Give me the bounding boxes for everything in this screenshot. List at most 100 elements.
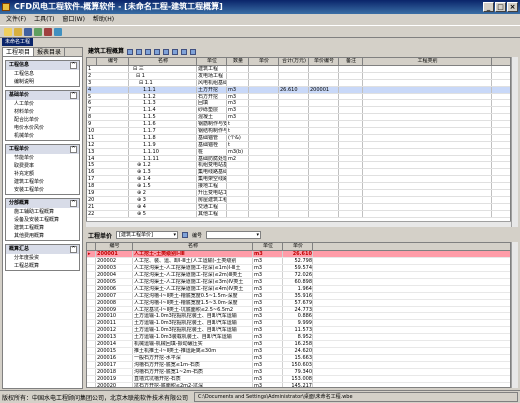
table-cell[interactable] [363,210,492,217]
table-row[interactable]: 3⊟ 1.1风电机组基础工程 [87,79,510,87]
panel-item[interactable]: 建筑工程单价 [6,178,79,186]
table-cell[interactable]: 混凝土 [197,114,227,121]
panel-item[interactable]: 电价水价风价 [6,124,79,132]
panel-item[interactable]: 工程总概算 [6,262,79,270]
table-cell[interactable] [227,190,249,196]
table-cell[interactable] [279,169,309,176]
table-row[interactable]: 8 1.1.5 混凝土 m3 [87,114,510,122]
table-cell[interactable] [279,107,309,114]
table-cell[interactable]: 200004 [96,271,133,278]
table-cell[interactable]: 200001 [309,86,339,93]
table-cell[interactable] [279,114,309,121]
table-cell[interactable] [309,134,339,141]
table-cell[interactable] [249,72,279,79]
table-cell[interactable]: 200007 [96,292,133,299]
table-cell[interactable]: 79.340 [283,368,313,375]
table-cell[interactable]: t [227,121,249,128]
table-cell[interactable]: 153.008 [283,375,313,382]
table-cell[interactable] [363,162,492,169]
table-cell[interactable]: ⊕ 1.2 [129,162,197,169]
panel-item[interactable]: 机械单价 [6,132,79,140]
menu-help[interactable]: 帮助(H) [93,16,114,23]
table-cell[interactable]: 机组变电站基础工程 [197,162,227,169]
help-icon[interactable] [54,27,62,36]
table-cell[interactable] [363,148,492,155]
table-cell[interactable]: 200017 [96,362,133,368]
table-cell[interactable] [309,162,339,169]
tab-reports[interactable]: 报表目录 [34,48,66,56]
table-cell[interactable]: 1.1.2 [129,93,197,100]
table-row[interactable]: 21 ⊕ 4 交通工程 [87,203,510,211]
move-up-icon[interactable] [154,48,161,55]
table-cell[interactable] [363,155,492,162]
table-cell[interactable]: 200012 [96,327,133,334]
table-cell[interactable] [249,134,279,141]
table-cell[interactable] [309,196,339,203]
panel-item[interactable]: 配合比单价 [6,116,79,124]
table-cell[interactable]: 200011 [96,320,133,327]
table-cell[interactable] [309,190,339,196]
table-cell[interactable]: m3 [253,264,283,271]
table-cell[interactable] [339,86,363,93]
table-cell[interactable]: 集电线路基础工程 [197,169,227,176]
panel-header[interactable]: 分部概算 ^ [6,199,79,208]
table-row[interactable]: 200006 人工挖沟渠土-人工挖渠道施工-挖深(≤4m)Ⅳ类土 m3 1.964 [87,285,510,293]
table-cell[interactable]: 200008 [96,299,133,306]
new-file-icon[interactable] [4,27,12,36]
table-cell[interactable]: ⊕ 1.5 [129,183,197,190]
print-icon[interactable] [34,27,42,36]
table-cell[interactable]: 人工挖基坑-Ⅰ~Ⅱ类土-坑底面积≤2.5~6.5m2 [133,306,253,313]
panel-item[interactable]: 补充定额 [6,170,79,178]
column-header[interactable]: 数量 [227,58,249,65]
table-cell[interactable]: ⊕ 5 [129,210,197,217]
lower-vertical-scrollbar[interactable] [511,242,518,388]
table-cell[interactable]: ⊕ 2 [129,190,197,196]
table-cell[interactable]: 钢筋制作与安装 [197,121,227,128]
table-cell[interactable] [339,141,363,148]
table-cell[interactable]: 土方开挖 [197,86,227,93]
table-cell[interactable]: 200018 [96,368,133,375]
table-cell[interactable]: 土方运输-1.0m3挖掘机挖装土、自卸汽车运输 [133,313,253,320]
price-type-select[interactable]: [建筑工程单价] [116,231,179,239]
table-row[interactable]: 200008 人工挖沟槽-Ⅰ~Ⅱ类土-槽底宽度1.5~3.0m-深度 m3 57.67… [87,299,510,307]
table-cell[interactable] [363,121,492,128]
table-row[interactable]: 5 1.1.2 石方开挖 m3 [87,93,510,101]
collapse-icon[interactable]: ^ [70,146,77,153]
table-cell[interactable]: 200010 [96,313,133,320]
table-cell[interactable]: ⊕ 4 [129,203,197,210]
table-cell[interactable] [279,203,309,210]
table-cell[interactable] [249,183,279,190]
table-cell[interactable] [339,196,363,203]
panel-item[interactable]: 设备及安装工程概算 [6,216,79,224]
table-cell[interactable]: 人工挖沟槽-Ⅰ~Ⅱ类土-槽底宽度0.5~1.5m-深度 [133,292,253,299]
table-cell[interactable]: m3 [253,271,283,278]
table-row[interactable]: 200013 土方运输-1.0m3装载机装土、自卸汽车运输 m3 8.952 [87,334,510,342]
table-cell[interactable] [363,114,492,121]
table-cell[interactable] [279,162,309,169]
table-cell[interactable]: ⊟ 三 [129,66,197,72]
table-cell[interactable] [363,93,492,100]
table-cell[interactable] [309,155,339,162]
table-cell[interactable]: 风电机组基础工程 [197,79,227,86]
table-cell[interactable]: m3 [253,368,283,375]
table-cell[interactable]: m3 [253,348,283,355]
table-cell[interactable]: 52.798 [283,257,313,264]
table-cell[interactable]: 土方运输-1.0m3挖掘机挖装土、自卸汽车运输 [133,327,253,334]
table-cell[interactable] [227,176,249,183]
table-cell[interactable]: 土方运输-1.0m3挖掘机挖装土、自卸汽车运输 [133,320,253,327]
table-cell[interactable] [339,107,363,114]
column-header[interactable]: 合计(万元) [279,58,309,65]
table-cell[interactable]: 26.610 [279,86,309,93]
table-row[interactable]: 18 ⊕ 1.5 接地工程 [87,183,510,191]
table-cell[interactable]: 11.573 [283,327,313,334]
panel-item[interactable]: 其他费用概算 [6,232,79,240]
table-cell[interactable]: 沟槽石方开挖-底宽1~2m-石质 [133,368,253,375]
table-cell[interactable] [279,100,309,107]
table-row[interactable]: 200020 坑石方开挖-底面积≤2m2-坑深 m3 145.217 [87,382,510,387]
table-cell[interactable]: 200003 [96,264,133,271]
table-row[interactable]: 200009 人工挖基坑-Ⅰ~Ⅱ类土-坑底面积≤2.5~6.5m2 m3 24.773 [87,306,510,314]
table-cell[interactable] [249,203,279,210]
table-cell[interactable]: 1.1.1 [129,86,197,93]
column-header[interactable]: 编号 [96,243,133,250]
table-cell[interactable] [279,66,309,72]
